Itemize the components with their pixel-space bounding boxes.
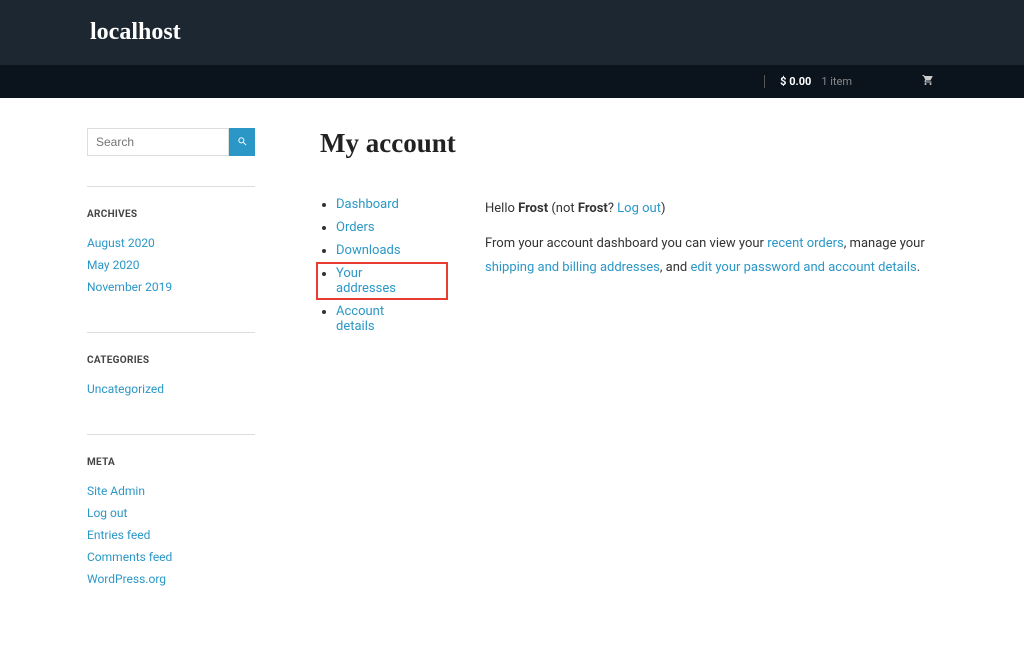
widget-categories: CATEGORIES Uncategorized (87, 332, 255, 416)
search-icon (237, 135, 248, 150)
header-top: localhost (0, 0, 1024, 65)
dashboard-content: Hello Frost (not Frost? Log out) From yo… (485, 197, 937, 342)
widget-meta: META Site Admin Log out Entries feed Com… (87, 434, 255, 606)
archive-link[interactable]: November 2019 (87, 280, 172, 294)
nav-item-orders: Orders (336, 220, 420, 235)
main-container: ARCHIVES August 2020 May 2020 November 2… (87, 98, 937, 654)
edit-account-link[interactable]: edit your password and account details (690, 260, 916, 275)
nav-item-downloads: Downloads (336, 243, 420, 258)
nav-link-downloads[interactable]: Downloads (336, 243, 401, 258)
widget-archives: ARCHIVES August 2020 May 2020 November 2… (87, 186, 255, 314)
meta-link-entries-feed[interactable]: Entries feed (87, 528, 150, 542)
account-wrap: Dashboard Orders Downloads Your addresse… (320, 197, 937, 342)
logout-link[interactable]: Log out (617, 201, 661, 216)
search-button[interactable] (229, 128, 255, 156)
search-form (87, 128, 255, 156)
widget-title-meta: META (87, 457, 255, 468)
sidebar: ARCHIVES August 2020 May 2020 November 2… (87, 128, 255, 624)
nav-item-account-details: Account details (336, 304, 420, 334)
nav-item-addresses: Your addresses (336, 266, 420, 296)
archive-link[interactable]: May 2020 (87, 258, 140, 272)
recent-orders-link[interactable]: recent orders (767, 236, 844, 251)
nav-link-addresses[interactable]: Your addresses (336, 266, 396, 296)
nav-link-orders[interactable]: Orders (336, 220, 375, 235)
nav-link-account-details[interactable]: Account details (336, 304, 384, 334)
dashboard-description: From your account dashboard you can view… (485, 232, 937, 279)
archive-link[interactable]: August 2020 (87, 236, 155, 250)
meta-link-comments-feed[interactable]: Comments feed (87, 550, 172, 564)
greeting-line: Hello Frost (not Frost? Log out) (485, 197, 937, 220)
cart-items-count: 1 item (821, 75, 852, 88)
category-link[interactable]: Uncategorized (87, 382, 164, 396)
nav-item-dashboard: Dashboard (336, 197, 420, 212)
account-nav: Dashboard Orders Downloads Your addresse… (320, 197, 420, 342)
shipping-addresses-link[interactable]: shipping and billing addresses (485, 260, 660, 275)
meta-link-logout[interactable]: Log out (87, 506, 127, 520)
nav-link-dashboard[interactable]: Dashboard (336, 197, 399, 212)
search-input[interactable] (87, 128, 229, 156)
cart-area[interactable]: $ 0.00 1 item (764, 74, 934, 89)
cart-price: $ 0.00 (764, 75, 811, 88)
username: Frost (518, 201, 548, 216)
meta-link-wordpress[interactable]: WordPress.org (87, 572, 166, 586)
site-title[interactable]: localhost (90, 19, 181, 46)
cart-icon[interactable] (922, 74, 934, 89)
widget-title-archives: ARCHIVES (87, 209, 255, 220)
header-bar: $ 0.00 1 item (0, 65, 1024, 98)
widget-title-categories: CATEGORIES (87, 355, 255, 366)
main-content: My account Dashboard Orders Downloads Yo… (320, 128, 937, 624)
meta-link-site-admin[interactable]: Site Admin (87, 484, 145, 498)
page-title: My account (320, 128, 937, 159)
